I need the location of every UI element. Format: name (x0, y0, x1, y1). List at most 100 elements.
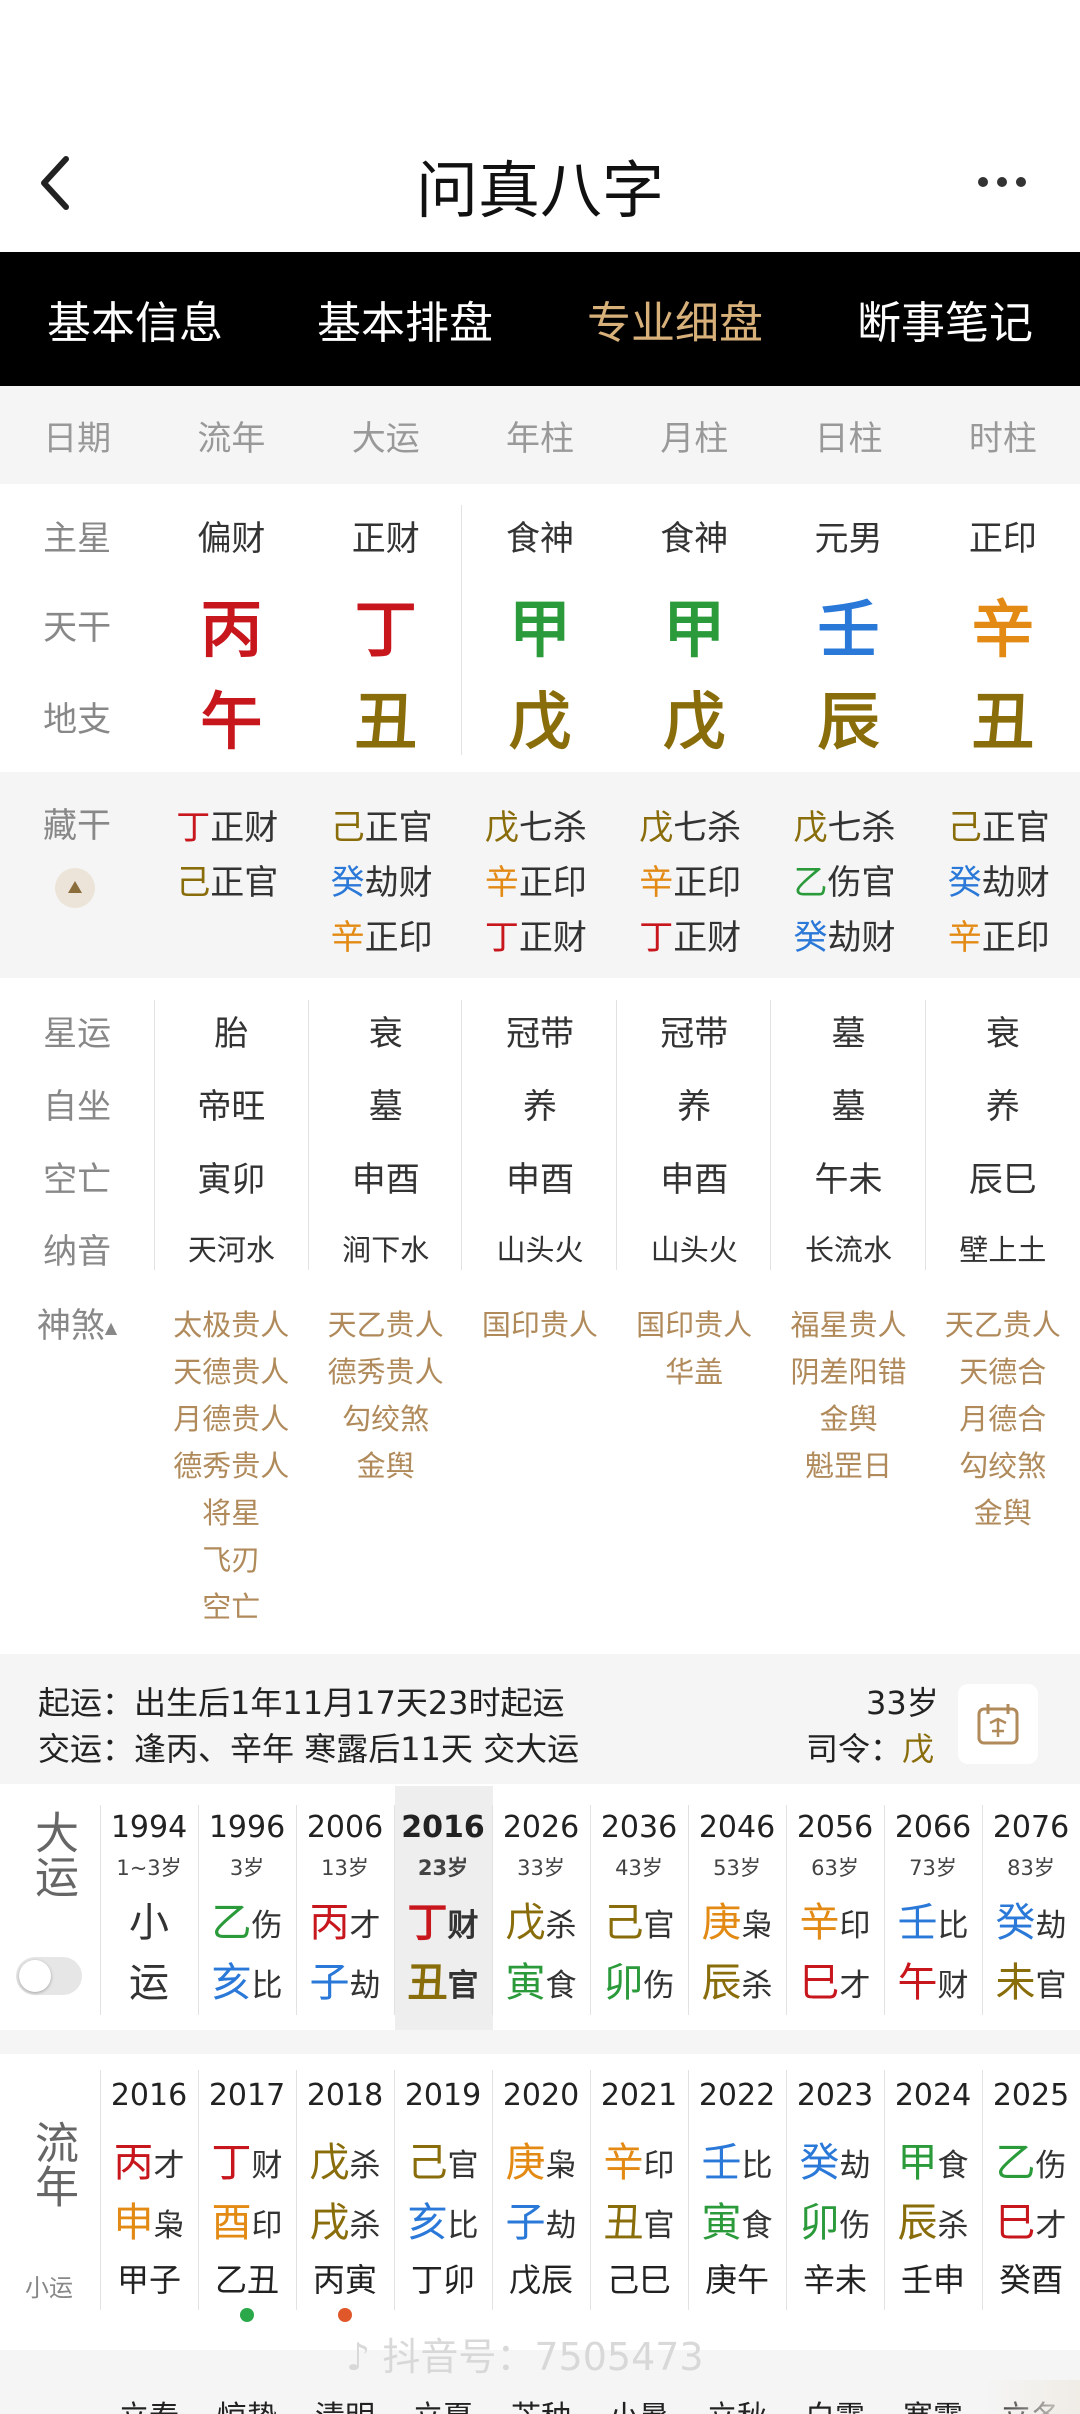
liunian-year[interactable]: 2019 (394, 2078, 492, 2113)
shensha-item[interactable]: 国印贵人 (617, 1302, 771, 1344)
liunian-year[interactable]: 2020 (492, 2078, 590, 2113)
dayun-branch-cell[interactable]: 午财 (884, 1950, 982, 2008)
shensha-item[interactable]: 月德合 (926, 1396, 1080, 1438)
shensha-item[interactable]: 将星 (154, 1490, 308, 1532)
liunian-branch-cell[interactable]: 子劫 (492, 2190, 590, 2248)
tab-basic-info[interactable]: 基本信息 (47, 287, 223, 351)
liunian-year[interactable]: 2024 (884, 2078, 982, 2113)
tab-notes[interactable]: 断事笔记 (857, 287, 1033, 351)
divider (982, 1805, 983, 2015)
liunian-branch-cell[interactable]: 卯伤 (786, 2190, 884, 2248)
shensha-item[interactable]: 福星贵人 (772, 1302, 926, 1344)
liunian-stem-cell[interactable]: 甲食 (884, 2130, 982, 2188)
dayun-stem-cell[interactable]: 己官 (590, 1890, 688, 1948)
dayun-branch-cell[interactable]: 亥比 (198, 1950, 296, 2008)
shensha-item[interactable]: 天乙贵人 (926, 1302, 1080, 1344)
shensha-item[interactable]: 太极贵人 (154, 1302, 308, 1344)
liunian-branch-cell[interactable]: 丑官 (590, 2190, 688, 2248)
dayun-char: 寅 (505, 1960, 546, 2006)
back-icon[interactable] (24, 148, 84, 218)
liunian-year[interactable]: 2023 (786, 2078, 884, 2113)
shensha-item[interactable]: 德秀贵人 (154, 1443, 308, 1485)
dayun-stem-cell[interactable]: 壬比 (884, 1890, 982, 1948)
tab-pro-chart[interactable]: 专业细盘 (587, 287, 763, 351)
dayun-branch-cell[interactable]: 卯伤 (590, 1950, 688, 2008)
liunian-stem-cell[interactable]: 庚枭 (492, 2130, 590, 2188)
dayun-branch-cell[interactable]: 运 (100, 1950, 198, 2008)
dayun-stem-cell[interactable]: 癸劫 (982, 1890, 1080, 1948)
liunian-stem-cell[interactable]: 己官 (394, 2130, 492, 2188)
more-icon[interactable] (970, 160, 1034, 204)
shensha-item[interactable]: 金舆 (309, 1443, 463, 1485)
dayun-stem-cell[interactable]: 小 (100, 1890, 198, 1948)
shensha-item[interactable]: 阴差阳错 (772, 1349, 926, 1391)
liunian-year[interactable]: 2017 (198, 2078, 296, 2113)
liunian-branch-cell[interactable]: 亥比 (394, 2190, 492, 2248)
shensha-item[interactable]: 德秀贵人 (309, 1349, 463, 1391)
dayun-stem-cell[interactable]: 辛印 (786, 1890, 884, 1948)
dayun-stem-cell[interactable]: 丁财 (394, 1890, 492, 1948)
dayun-branch-cell[interactable]: 未官 (982, 1950, 1080, 2008)
dizhi-char: 戊 (508, 685, 571, 758)
liunian-stem-cell[interactable]: 壬比 (688, 2130, 786, 2188)
shensha-item[interactable]: 金舆 (926, 1490, 1080, 1532)
shensha-item[interactable]: 勾绞煞 (309, 1396, 463, 1438)
canggan-god: 正财 (518, 918, 587, 958)
dayun-char: 乙 (211, 1900, 252, 1946)
shensha-item[interactable]: 天德合 (926, 1349, 1080, 1391)
tab-basic-chart[interactable]: 基本排盘 (317, 287, 493, 351)
liunian-char: 壬 (701, 2140, 742, 2186)
dayun-branch-cell[interactable]: 丑官 (394, 1950, 492, 2008)
canggan-toggle-icon[interactable] (55, 868, 95, 908)
liunian-god: 劫 (545, 2208, 577, 2244)
liunian-stem-cell[interactable]: 辛印 (590, 2130, 688, 2188)
liunian-branch-cell[interactable]: 申枭 (100, 2190, 198, 2248)
liunian-stem-cell[interactable]: 戊杀 (296, 2130, 394, 2188)
dayun-branch-cell[interactable]: 寅食 (492, 1950, 590, 2008)
dayun-stem-cell[interactable]: 庚枭 (688, 1890, 786, 1948)
shensha-item[interactable]: 月德贵人 (154, 1396, 308, 1438)
liunian-branch-cell[interactable]: 巳才 (982, 2190, 1080, 2248)
liunian-char: 癸 (799, 2140, 840, 2186)
liunian-year[interactable]: 2018 (296, 2078, 394, 2113)
dayun-branch-cell[interactable]: 辰杀 (688, 1950, 786, 2008)
more-jieqi-button[interactable] (984, 2380, 1080, 2414)
liunian-stem-cell[interactable]: 乙伤 (982, 2130, 1080, 2188)
liunian-year[interactable]: 2025 (982, 2078, 1080, 2113)
liunian-year[interactable]: 2021 (590, 2078, 688, 2113)
dayun-stem-cell[interactable]: 乙伤 (198, 1890, 296, 1948)
shensha-item[interactable]: 天乙贵人 (309, 1302, 463, 1344)
dayun-branch-cell[interactable]: 子劫 (296, 1950, 394, 2008)
dayun-age: 83岁 (1007, 1856, 1055, 1880)
shensha-item[interactable]: 勾绞煞 (926, 1443, 1080, 1485)
canggan-item: 戊七杀 (794, 800, 896, 849)
dayun-stem-cell[interactable]: 戊杀 (492, 1890, 590, 1948)
dayun-char: 巳 (799, 1960, 840, 2006)
current-age: 33岁 (866, 1684, 939, 1722)
liunian-stem-cell[interactable]: 丙才 (100, 2130, 198, 2188)
dayun-branch-cell[interactable]: 巳才 (786, 1950, 884, 2008)
xiaoyun-toggle[interactable] (16, 1957, 82, 1995)
jieqi-item: 寒露 (884, 2392, 982, 2414)
shensha-item[interactable]: 国印贵人 (463, 1302, 617, 1344)
shensha-item[interactable]: 金舆 (772, 1396, 926, 1438)
canggan-stem: 辛 (330, 918, 365, 958)
canggan-stem: 癸 (793, 918, 828, 958)
shensha-label[interactable]: 神煞▲ (0, 1298, 154, 1347)
shensha-item[interactable]: 魁罡日 (772, 1443, 926, 1485)
liunian-stem-cell[interactable]: 丁财 (198, 2130, 296, 2188)
liunian-god: 杀 (349, 2148, 381, 2184)
shensha-item[interactable]: 飞刃 (154, 1537, 308, 1579)
liunian-branch-cell[interactable]: 酉印 (198, 2190, 296, 2248)
shensha-item[interactable]: 华盖 (617, 1349, 771, 1391)
liunian-year[interactable]: 2016 (100, 2078, 198, 2113)
shensha-item[interactable]: 空亡 (154, 1584, 308, 1626)
liunian-stem-cell[interactable]: 癸劫 (786, 2130, 884, 2188)
liunian-branch-cell[interactable]: 戌杀 (296, 2190, 394, 2248)
liunian-year[interactable]: 2022 (688, 2078, 786, 2113)
shensha-item[interactable]: 天德贵人 (154, 1349, 308, 1391)
calendar-icon[interactable] (958, 1684, 1038, 1764)
liunian-branch-cell[interactable]: 寅食 (688, 2190, 786, 2248)
liunian-branch-cell[interactable]: 辰杀 (884, 2190, 982, 2248)
dayun-stem-cell[interactable]: 丙才 (296, 1890, 394, 1948)
